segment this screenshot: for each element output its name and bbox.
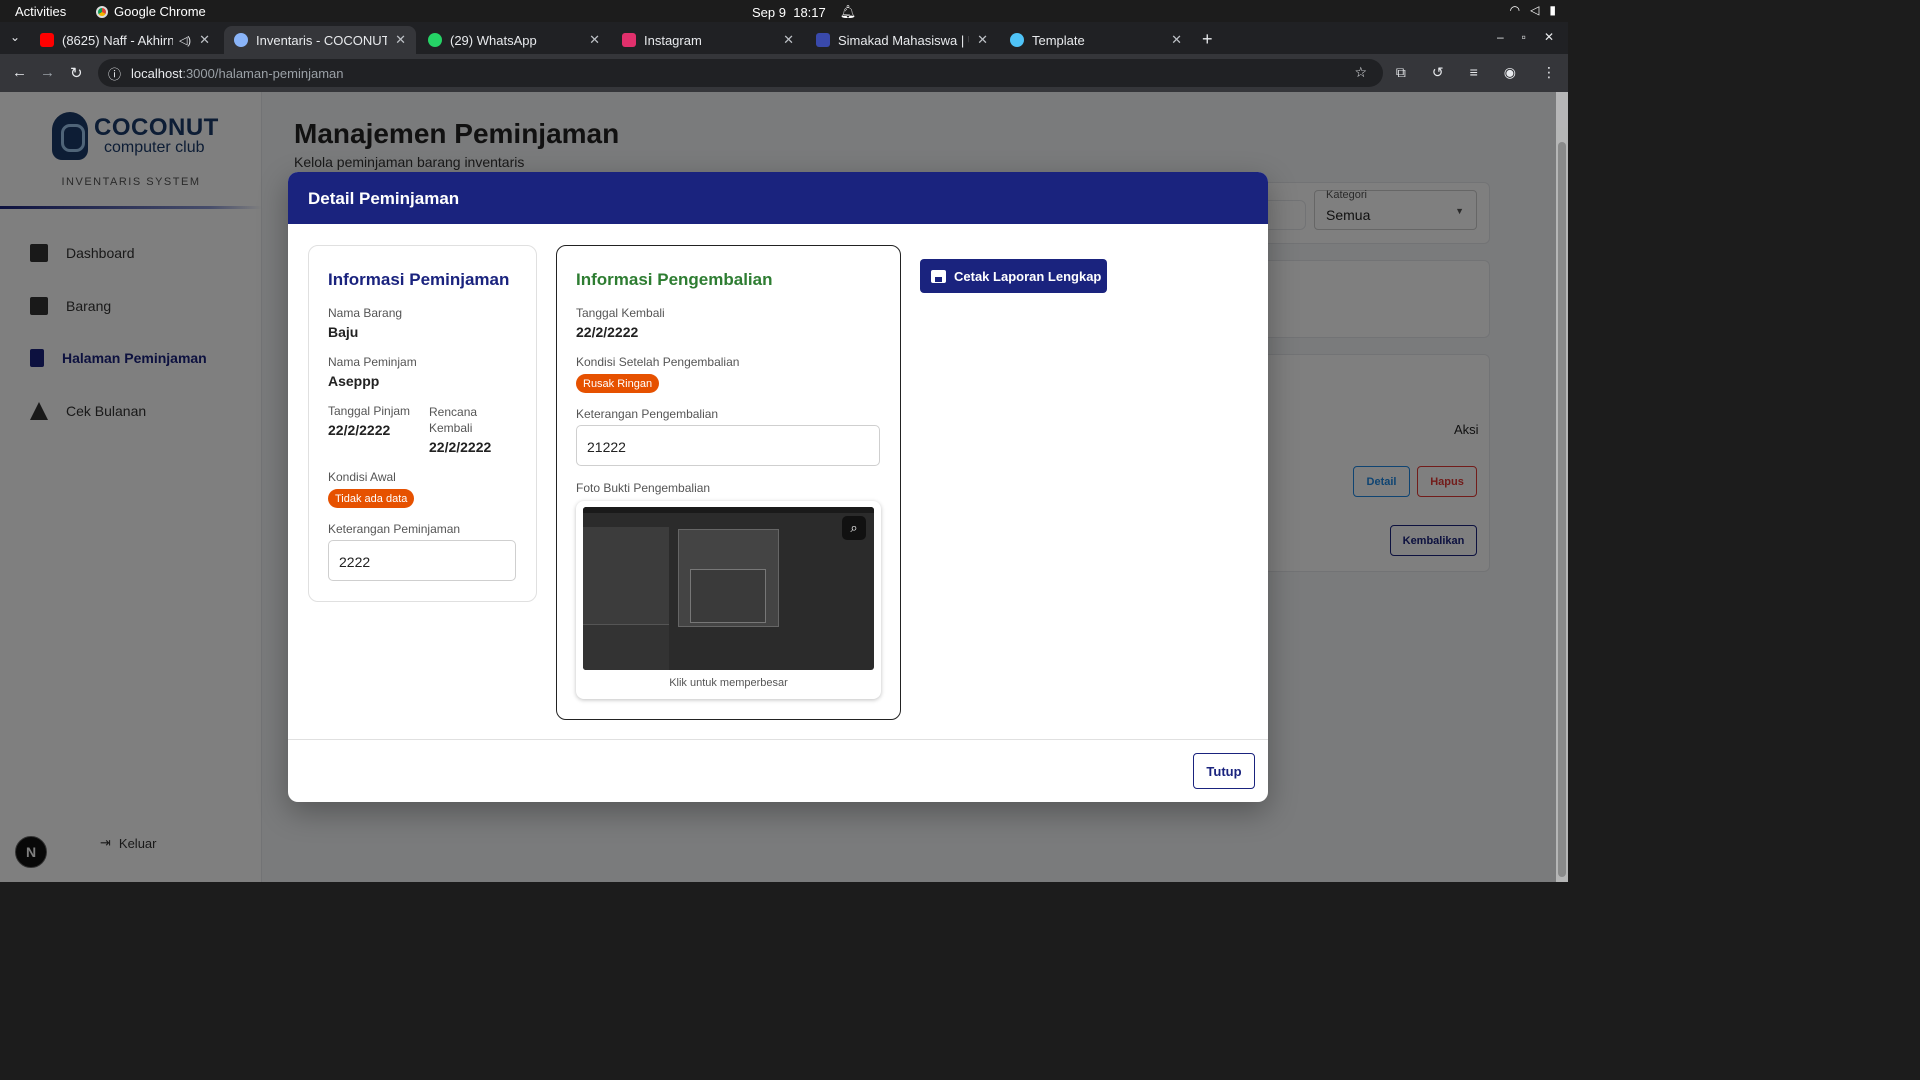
tanggal-pinjam-label: Tanggal Pinjam xyxy=(328,404,411,418)
new-tab-icon[interactable]: + xyxy=(1202,29,1213,50)
minimize-icon[interactable]: – xyxy=(1497,30,1504,44)
panel-heading: Informasi Peminjaman xyxy=(328,270,510,289)
tanggal-pinjam-value: 22/2/2222 xyxy=(328,422,391,438)
tab-simakad[interactable]: Simakad Mahasiswa | Un ✕ xyxy=(806,26,998,54)
tab-title: Simakad Mahasiswa | Un xyxy=(838,32,969,48)
back-icon[interactable]: ← xyxy=(12,64,27,81)
page-scrollbar[interactable] xyxy=(1556,92,1568,882)
instagram-icon xyxy=(622,33,636,47)
bookmark-star-icon[interactable]: ☆ xyxy=(1354,64,1367,81)
zoom-in-icon[interactable]: ⌕ xyxy=(842,516,866,540)
tab-inventaris[interactable]: Inventaris - COCONUT C ✕ xyxy=(224,26,416,54)
print-report-button[interactable]: Cetak Laporan Lengkap xyxy=(920,259,1107,293)
close-tab-icon[interactable]: ✕ xyxy=(783,32,794,48)
tab-youtube[interactable]: (8625) Naff - Akhirnya ◁) ✕ xyxy=(30,26,220,54)
browser-tab-strip: ⌄ (8625) Naff - Akhirnya ◁) ✕ Inventaris… xyxy=(0,22,1568,54)
info-pengembalian-panel: Informasi Pengembalian Tanggal Kembali 2… xyxy=(556,245,901,720)
close-tab-icon[interactable]: ✕ xyxy=(1171,32,1182,48)
keterangan-peminjaman-label: Keterangan Peminjaman xyxy=(328,522,461,536)
close-tab-icon[interactable]: ✕ xyxy=(977,32,988,48)
media-icon[interactable]: ≡ xyxy=(1470,64,1478,81)
coconut-favicon-icon xyxy=(234,33,248,47)
chrome-icon xyxy=(96,5,108,18)
system-tray[interactable]: ◠ ◁ ▮ xyxy=(1510,3,1556,17)
foto-bukti-card[interactable]: ⌕ Klik untuk memperbesar xyxy=(576,501,881,699)
system-top-bar: Activities Google Chrome Sep 9 18:17 🔔︎ … xyxy=(0,0,1568,22)
url-path: :3000/halaman-peminjaman xyxy=(182,65,344,81)
activities-button[interactable]: Activities xyxy=(15,4,66,19)
foto-caption: Klik untuk memperbesar xyxy=(669,677,788,689)
volume-icon: ◁ xyxy=(1530,3,1540,17)
address-bar[interactable]: ⓘ localhost:3000/halaman-peminjaman ☆ xyxy=(98,59,1383,87)
scrollbar-thumb[interactable] xyxy=(1558,142,1566,877)
kondisi-setelah-label: Kondisi Setelah Pengembalian xyxy=(576,355,740,369)
tanggal-kembali-label: Tanggal Kembali xyxy=(576,306,665,320)
history-icon[interactable]: ↺ xyxy=(1432,64,1444,81)
nama-barang-value: Baju xyxy=(328,324,359,340)
info-peminjaman-panel: Informasi Peminjaman Nama Barang Baju Na… xyxy=(308,245,537,602)
print-report-label: Cetak Laporan Lengkap xyxy=(954,268,1102,284)
panel-heading: Informasi Pengembalian xyxy=(576,270,773,289)
keterangan-pengembalian-field: 21222 xyxy=(576,425,880,466)
tab-title: Template xyxy=(1032,32,1085,48)
reload-icon[interactable]: ↻ xyxy=(70,64,83,82)
bell-icon: 🔔︎ xyxy=(839,4,857,19)
nama-peminjam-label: Nama Peminjam xyxy=(328,355,417,369)
battery-icon: ▮ xyxy=(1549,3,1556,17)
screenshot-dialog xyxy=(690,569,766,623)
whatsapp-icon xyxy=(428,33,442,47)
clock[interactable]: Sep 9 18:17 🔔︎ xyxy=(752,4,856,20)
site-info-icon[interactable]: ⓘ xyxy=(108,64,121,83)
kondisi-setelah-badge: Rusak Ringan xyxy=(576,374,660,393)
close-tab-icon[interactable]: ✕ xyxy=(395,32,406,48)
detail-modal: Detail Peminjaman Informasi Peminjaman N… xyxy=(288,172,1268,802)
modal-title: Detail Peminjaman xyxy=(288,172,1268,224)
screenshot-bar xyxy=(583,507,874,513)
tab-title: Instagram xyxy=(644,32,702,48)
restore-icon[interactable]: ▫ xyxy=(1522,30,1526,44)
youtube-icon xyxy=(40,33,54,47)
url-host: localhost xyxy=(131,65,183,81)
app-menu[interactable]: Google Chrome xyxy=(96,4,206,19)
speaker-icon[interactable]: ◁) xyxy=(179,34,191,47)
rencana-kembali-label: Rencana Kembali xyxy=(429,405,478,435)
nama-peminjam-value: Aseppp xyxy=(328,373,380,389)
tab-instagram[interactable]: Instagram ✕ xyxy=(612,26,804,54)
wifi-icon: ◠ xyxy=(1509,3,1521,17)
close-window-icon[interactable]: ✕ xyxy=(1544,30,1554,44)
rencana-kembali-value: 22/2/2222 xyxy=(429,439,492,455)
tab-title: (29) WhatsApp xyxy=(450,32,537,48)
tab-title: (8625) Naff - Akhirnya xyxy=(62,32,173,48)
toolbar-icons: ⧉ ↺ ≡ ◉ ⋮ xyxy=(1396,64,1556,81)
tanggal-kembali-value: 22/2/2222 xyxy=(576,324,639,340)
printer-icon xyxy=(931,269,946,283)
nama-barang-label: Nama Barang xyxy=(328,306,403,320)
clock-time: 18:17 xyxy=(793,4,826,20)
clock-date: Sep 9 xyxy=(752,4,786,20)
keterangan-peminjaman-field: 2222 xyxy=(328,540,516,581)
keterangan-pengembalian-label: Keterangan Pengembalian xyxy=(576,407,719,421)
browser-toolbar: ← → ↻ ⓘ localhost:3000/halaman-peminjama… xyxy=(0,54,1568,92)
tab-title: Inventaris - COCONUT C xyxy=(256,32,388,48)
tab-search-icon[interactable]: ⌄ xyxy=(10,30,20,44)
forward-icon[interactable]: → xyxy=(40,64,55,81)
university-icon xyxy=(816,33,830,47)
kebab-menu-icon[interactable]: ⋮ xyxy=(1542,64,1556,81)
kondisi-awal-badge: Tidak ada data xyxy=(328,489,415,508)
canva-icon xyxy=(1010,33,1024,47)
profile-avatar-icon[interactable]: ◉ xyxy=(1504,64,1516,81)
tab-template[interactable]: Template ✕ xyxy=(1000,26,1192,54)
close-tab-icon[interactable]: ✕ xyxy=(199,32,210,48)
foto-bukti-label: Foto Bukti Pengembalian xyxy=(576,481,711,495)
window-controls: – ▫ ✕ xyxy=(1497,30,1554,44)
foto-bukti-image[interactable]: ⌕ xyxy=(583,507,874,670)
kondisi-awal-label: Kondisi Awal xyxy=(328,470,396,484)
close-tab-icon[interactable]: ✕ xyxy=(589,32,600,48)
tab-whatsapp[interactable]: (29) WhatsApp ✕ xyxy=(418,26,610,54)
close-button[interactable]: Tutup xyxy=(1193,753,1255,789)
modal-footer-divider xyxy=(288,739,1268,740)
screenshot-panel xyxy=(583,624,669,670)
app-name: Google Chrome xyxy=(114,4,206,19)
extensions-icon[interactable]: ⧉ xyxy=(1396,64,1406,81)
